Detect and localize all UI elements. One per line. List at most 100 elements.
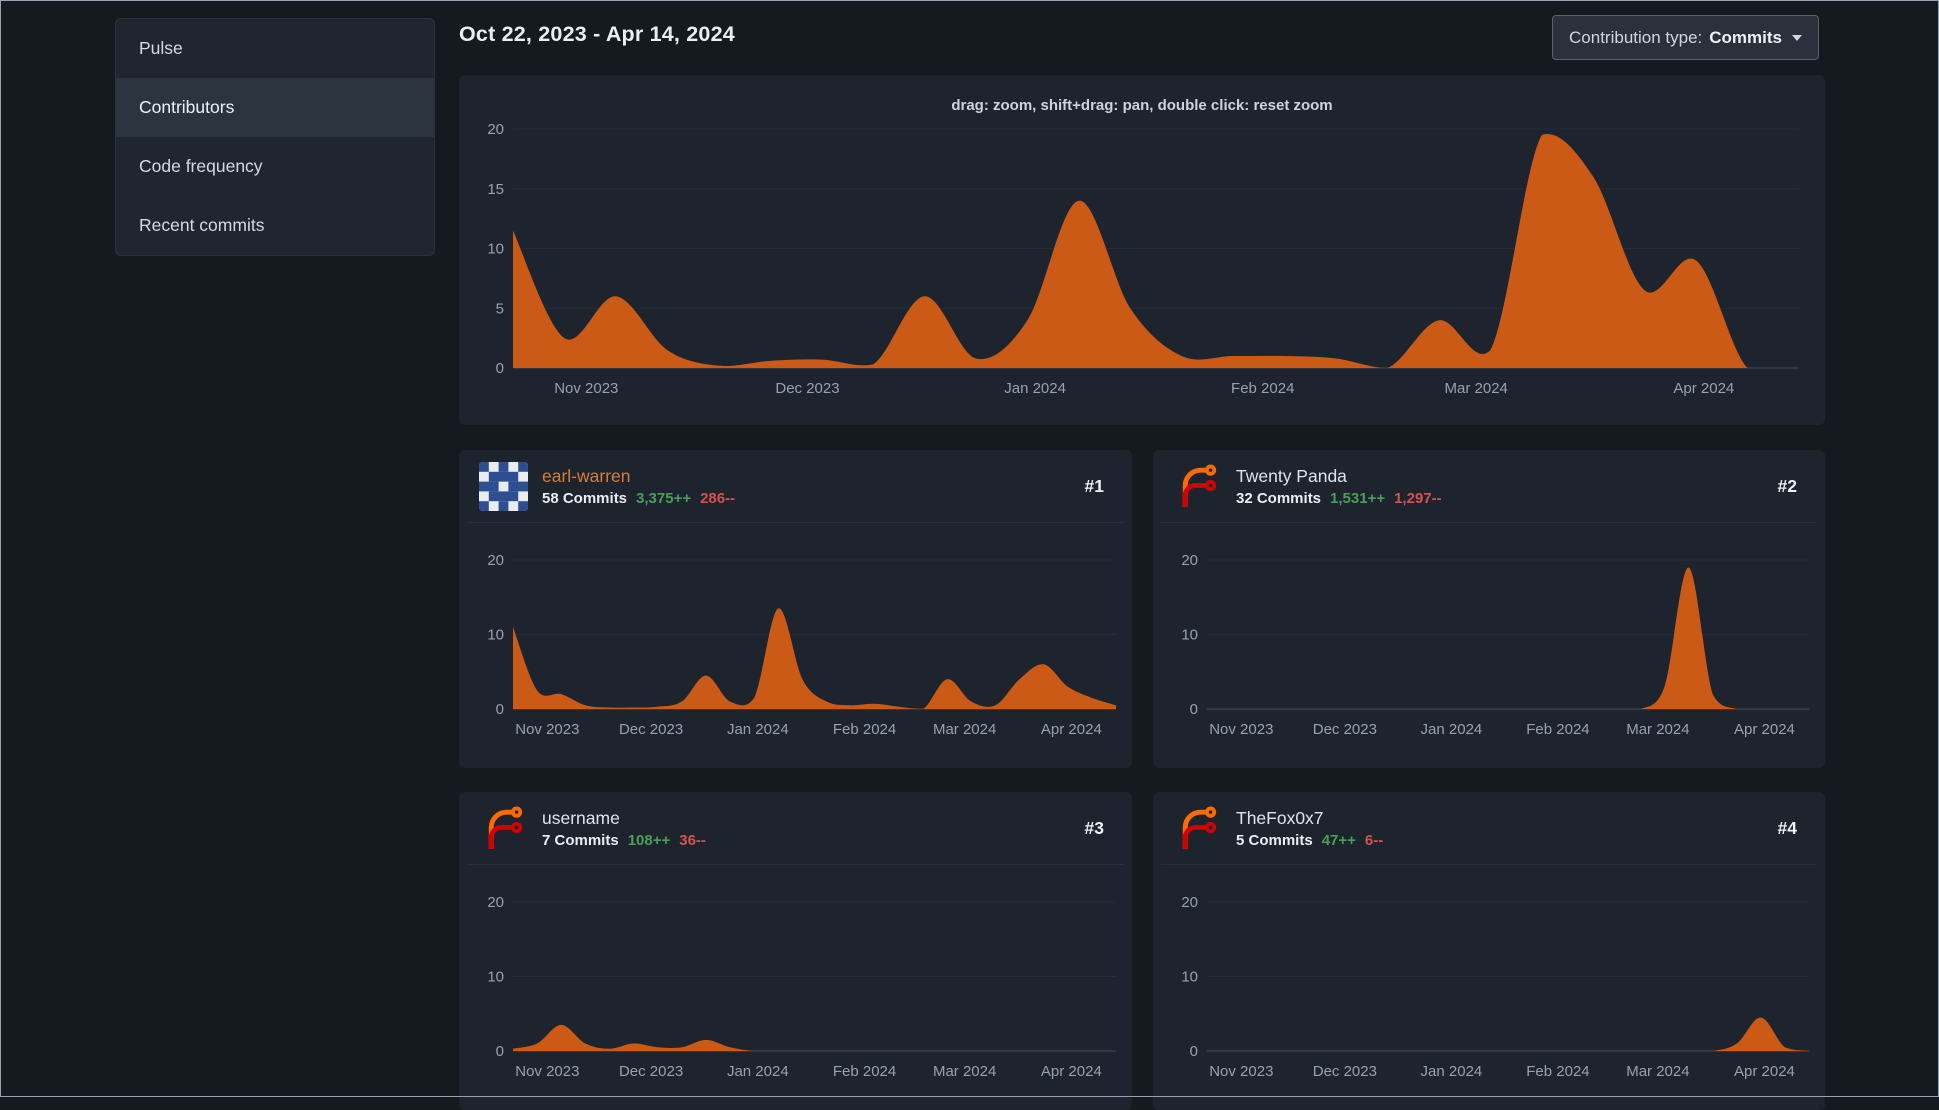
deletions: 36-- [679, 831, 706, 849]
chart-zoom-hint: drag: zoom, shift+drag: pan, double clic… [951, 97, 1333, 114]
svg-text:Jan 2024: Jan 2024 [1421, 721, 1483, 738]
svg-text:Jan 2024: Jan 2024 [1421, 1063, 1483, 1080]
contributors-grid: earl-warren 58 Commits 3,375++ 286-- #1 … [459, 450, 1825, 1110]
contributor-card: earl-warren 58 Commits 3,375++ 286-- #1 … [459, 450, 1132, 768]
svg-text:0: 0 [496, 360, 504, 377]
avatar [479, 804, 528, 853]
deletions: 1,297-- [1394, 489, 1442, 507]
sidebar-item-recent-commits[interactable]: Recent commits [116, 196, 434, 255]
contributor-header: TheFox0x7 5 Commits 47++ 6-- #4 [1161, 792, 1817, 865]
svg-text:0: 0 [1190, 1043, 1198, 1060]
overall-chart-card: drag: zoom, shift+drag: pan, double clic… [459, 75, 1825, 425]
additions: 47++ [1321, 831, 1356, 849]
chevron-down-icon [1792, 34, 1802, 41]
avatar[interactable] [479, 461, 528, 511]
svg-text:20: 20 [1181, 552, 1198, 569]
contributor-header: earl-warren 58 Commits 3,375++ 286-- #1 [467, 450, 1124, 523]
contributor-card: username 7 Commits 108++ 36-- #3 0 10 20 No… [459, 792, 1132, 1110]
sidebar: Pulse Contributors Code frequency Recent… [115, 18, 435, 256]
contributor-stats: 58 Commits 3,375++ 286-- [542, 490, 735, 507]
topbar: Oct 22, 2023 - Apr 14, 2024 Contribution… [459, 0, 1825, 60]
contributor-chart[interactable]: 0 10 20 Nov 2023 Dec 2023 Jan 2024 Feb 2024 Mar… [467, 523, 1124, 759]
contributor-name: TheFox0x7 [1236, 807, 1324, 828]
contributor-name[interactable]: earl-warren [542, 466, 735, 487]
svg-text:Feb 2024: Feb 2024 [1231, 380, 1294, 397]
svg-text:Dec 2023: Dec 2023 [775, 380, 839, 397]
svg-text:20: 20 [487, 552, 504, 569]
additions: 1,531++ [1330, 489, 1386, 507]
contributor-chart[interactable]: 0 10 20 Nov 2023 Dec 2023 Jan 2024 Feb 2024 Mar… [1161, 523, 1817, 759]
rank-badge: #1 [1084, 475, 1104, 496]
svg-text:Nov 2023: Nov 2023 [554, 380, 618, 397]
contributor-header: username 7 Commits 108++ 36-- #3 [467, 792, 1124, 865]
svg-text:Mar 2024: Mar 2024 [1626, 1063, 1689, 1080]
svg-text:Mar 2024: Mar 2024 [933, 1063, 996, 1080]
contributor-name: username [542, 807, 620, 828]
sidebar-menu: Pulse Contributors Code frequency Recent… [115, 18, 435, 256]
svg-text:Jan 2024: Jan 2024 [1004, 380, 1066, 397]
contribution-type-value: Commits [1709, 27, 1782, 47]
svg-text:Apr 2024: Apr 2024 [1734, 721, 1795, 738]
svg-text:0: 0 [1190, 701, 1198, 718]
commit-count: 58 Commits [542, 489, 628, 507]
avatar [1173, 804, 1222, 853]
contributor-stats: 5 Commits 47++ 6-- [1236, 832, 1383, 849]
svg-text:Feb 2024: Feb 2024 [1526, 721, 1589, 738]
svg-text:20: 20 [487, 894, 504, 911]
page-title: Oct 22, 2023 - Apr 14, 2024 [459, 22, 735, 46]
commit-count: 5 Commits [1236, 831, 1313, 849]
svg-text:Dec 2023: Dec 2023 [619, 1063, 683, 1080]
svg-text:0: 0 [496, 1043, 504, 1060]
svg-text:Feb 2024: Feb 2024 [833, 1063, 896, 1080]
svg-text:Apr 2024: Apr 2024 [1734, 1063, 1795, 1080]
commit-count: 32 Commits [1236, 489, 1322, 507]
svg-text:Jan 2024: Jan 2024 [727, 721, 789, 738]
svg-text:Feb 2024: Feb 2024 [1526, 1063, 1589, 1080]
svg-text:Mar 2024: Mar 2024 [933, 721, 996, 738]
svg-text:Nov 2023: Nov 2023 [1209, 721, 1273, 738]
svg-text:5: 5 [496, 300, 504, 317]
contributor-stats: 7 Commits 108++ 36-- [542, 832, 706, 849]
svg-text:20: 20 [487, 121, 504, 138]
contributor-chart[interactable]: 0 10 20 Nov 2023 Dec 2023 Jan 2024 Feb 2024 Mar… [1161, 865, 1817, 1101]
sidebar-item-pulse[interactable]: Pulse [116, 19, 434, 78]
rank-badge: #4 [1777, 817, 1797, 838]
additions: 3,375++ [636, 489, 692, 507]
svg-text:10: 10 [487, 241, 504, 258]
svg-text:Dec 2023: Dec 2023 [1313, 1063, 1377, 1080]
svg-text:10: 10 [487, 627, 504, 644]
svg-text:Nov 2023: Nov 2023 [515, 721, 579, 738]
svg-text:Nov 2023: Nov 2023 [515, 1063, 579, 1080]
contributor-header: Twenty Panda 32 Commits 1,531++ 1,297-- … [1161, 450, 1817, 523]
contribution-type-label: Contribution type: [1569, 27, 1703, 47]
deletions: 6-- [1364, 831, 1384, 849]
contribution-type-button[interactable]: Contribution type: Commits [1552, 15, 1819, 60]
svg-text:0: 0 [496, 701, 504, 718]
sidebar-item-contributors[interactable]: Contributors [116, 78, 434, 137]
contributor-name: Twenty Panda [1236, 465, 1347, 486]
contributor-card: Twenty Panda 32 Commits 1,531++ 1,297-- … [1153, 450, 1825, 768]
svg-text:Apr 2024: Apr 2024 [1673, 380, 1734, 397]
svg-text:20: 20 [1181, 894, 1198, 911]
commit-count: 7 Commits [542, 831, 619, 849]
contributor-chart[interactable]: 0 10 20 Nov 2023 Dec 2023 Jan 2024 Feb 2024 Mar… [467, 865, 1124, 1101]
main-content: Oct 22, 2023 - Apr 14, 2024 Contribution… [459, 0, 1825, 1110]
avatar [1173, 462, 1222, 511]
additions: 108++ [627, 831, 671, 849]
svg-text:10: 10 [1181, 969, 1198, 986]
svg-text:Dec 2023: Dec 2023 [619, 721, 683, 738]
svg-text:Apr 2024: Apr 2024 [1041, 1063, 1102, 1080]
svg-text:Apr 2024: Apr 2024 [1041, 721, 1102, 738]
svg-text:10: 10 [487, 969, 504, 986]
svg-text:10: 10 [1181, 627, 1198, 644]
overall-activity-chart[interactable]: 0 5 10 15 20 Nov 2023 Dec 2023 Jan 2024 Feb 2024… [467, 115, 1817, 415]
svg-text:Dec 2023: Dec 2023 [1313, 721, 1377, 738]
rank-badge: #2 [1777, 475, 1797, 496]
svg-text:Jan 2024: Jan 2024 [727, 1063, 789, 1080]
svg-text:Mar 2024: Mar 2024 [1626, 721, 1689, 738]
contributor-card: TheFox0x7 5 Commits 47++ 6-- #4 0 10 20 Nov… [1153, 792, 1825, 1110]
svg-text:15: 15 [487, 181, 504, 198]
contributor-stats: 32 Commits 1,531++ 1,297-- [1236, 490, 1442, 507]
sidebar-item-code-frequency[interactable]: Code frequency [116, 137, 434, 196]
svg-text:Mar 2024: Mar 2024 [1445, 380, 1508, 397]
